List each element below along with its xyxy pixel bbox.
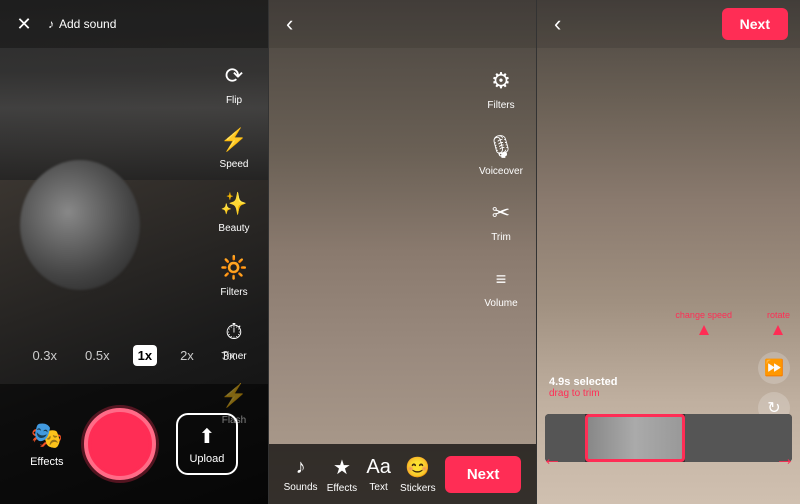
music-icon: ♪ xyxy=(48,17,54,31)
voiceover-icon: 🎙 xyxy=(485,131,517,163)
text-icon: Aa xyxy=(366,456,390,479)
effects-button[interactable]: 🎭 Effects xyxy=(30,420,63,468)
panel-camera: ✕ ♪ Add sound ⟳ Flip ⚡ Speed ✨ Beauty 🔆 … xyxy=(0,0,268,504)
effects-edit-icon: ★ xyxy=(333,455,351,480)
tool-filters-edit[interactable]: ⚙ Filters xyxy=(485,65,517,111)
filters-icon: 🔆 xyxy=(218,252,250,284)
flip-icon: ⟳ xyxy=(218,60,250,92)
upload-icon: ⬆ xyxy=(199,424,216,449)
edit-toolbar: ⚙ Filters 🎙 Voiceover ✂ Trim ≡ Volume xyxy=(466,50,536,324)
tool-speed[interactable]: ⚡ Speed xyxy=(218,124,250,170)
speed-0.3x[interactable]: 0.3x xyxy=(27,345,62,366)
rotate-arrow-up xyxy=(773,325,783,335)
timeline-arrows: ← → xyxy=(537,444,800,474)
timeline-arrow-left[interactable]: ← xyxy=(542,448,562,471)
tool-voiceover[interactable]: 🎙 Voiceover xyxy=(479,131,523,177)
back-button[interactable]: ‹ xyxy=(281,6,298,42)
next-button-panel3[interactable]: Next xyxy=(722,8,788,40)
upload-button[interactable]: ⬆ Upload xyxy=(176,413,238,475)
tool-volume[interactable]: ≡ Volume xyxy=(484,263,517,309)
sounds-icon: ♪ xyxy=(296,456,306,479)
speed-icon: ⚡ xyxy=(218,124,250,156)
camera-topbar: ✕ ♪ Add sound xyxy=(0,0,268,48)
effects-edit-button[interactable]: ★ Effects xyxy=(327,455,357,494)
close-button[interactable]: ✕ xyxy=(10,10,38,38)
trim-topbar: ‹ Next xyxy=(537,0,800,48)
speed-3x[interactable]: 3x xyxy=(217,345,241,366)
tool-beauty[interactable]: ✨ Beauty xyxy=(218,188,250,234)
filters-edit-icon: ⚙ xyxy=(485,65,517,97)
rotate-label-group: rotate xyxy=(767,310,790,335)
trim-icon: ✂ xyxy=(485,197,517,229)
stickers-button[interactable]: 😊 Stickers xyxy=(400,455,436,494)
trim-status: 4.9s selected drag to trim xyxy=(537,371,800,404)
speed-0.5x[interactable]: 0.5x xyxy=(80,345,115,366)
volume-icon: ≡ xyxy=(485,263,517,295)
record-button-inner xyxy=(91,415,149,473)
timeline-arrow-right[interactable]: → xyxy=(775,448,795,471)
change-speed-label-group: change speed xyxy=(675,310,732,335)
camera-bottom-bar: 🎭 Effects ⬆ Upload xyxy=(0,384,268,504)
camera-toolbar: ⟳ Flip ⚡ Speed ✨ Beauty 🔆 Filters ⏱ Time… xyxy=(200,50,268,436)
add-sound-button[interactable]: ♪ Add sound xyxy=(48,17,116,31)
beauty-icon: ✨ xyxy=(218,188,250,220)
effects-icon: 🎭 xyxy=(31,420,63,451)
tool-filters[interactable]: 🔆 Filters xyxy=(218,252,250,298)
pom-bg xyxy=(20,160,140,290)
panel-edit: ‹ ⚙ Filters 🎙 Voiceover ✂ Trim ≡ Volume … xyxy=(268,0,536,504)
stickers-icon: 😊 xyxy=(405,455,430,480)
speed-rotate-labels: change speed rotate xyxy=(675,310,790,335)
speed-arrow-up xyxy=(699,325,709,335)
trim-back-button[interactable]: ‹ xyxy=(549,6,566,42)
edit-bottombar: ♪ Sounds ★ Effects Aa Text 😊 Stickers Ne… xyxy=(269,444,536,504)
speed-2x[interactable]: 2x xyxy=(175,345,199,366)
edit-topbar: ‹ xyxy=(269,0,536,48)
record-button[interactable] xyxy=(84,408,156,480)
sounds-button[interactable]: ♪ Sounds xyxy=(284,456,318,493)
speed-1x[interactable]: 1x xyxy=(133,345,157,366)
tool-trim[interactable]: ✂ Trim xyxy=(485,197,517,243)
panel-trim: ‹ Next change speed rotate ⏩ ↻ 4.9s sele… xyxy=(536,0,800,504)
tool-flip[interactable]: ⟳ Flip xyxy=(218,60,250,106)
speed-bar: 0.3x 0.5x 1x 2x 3x xyxy=(0,337,268,374)
next-button-panel2[interactable]: Next xyxy=(445,456,522,493)
text-button[interactable]: Aa Text xyxy=(366,456,390,493)
